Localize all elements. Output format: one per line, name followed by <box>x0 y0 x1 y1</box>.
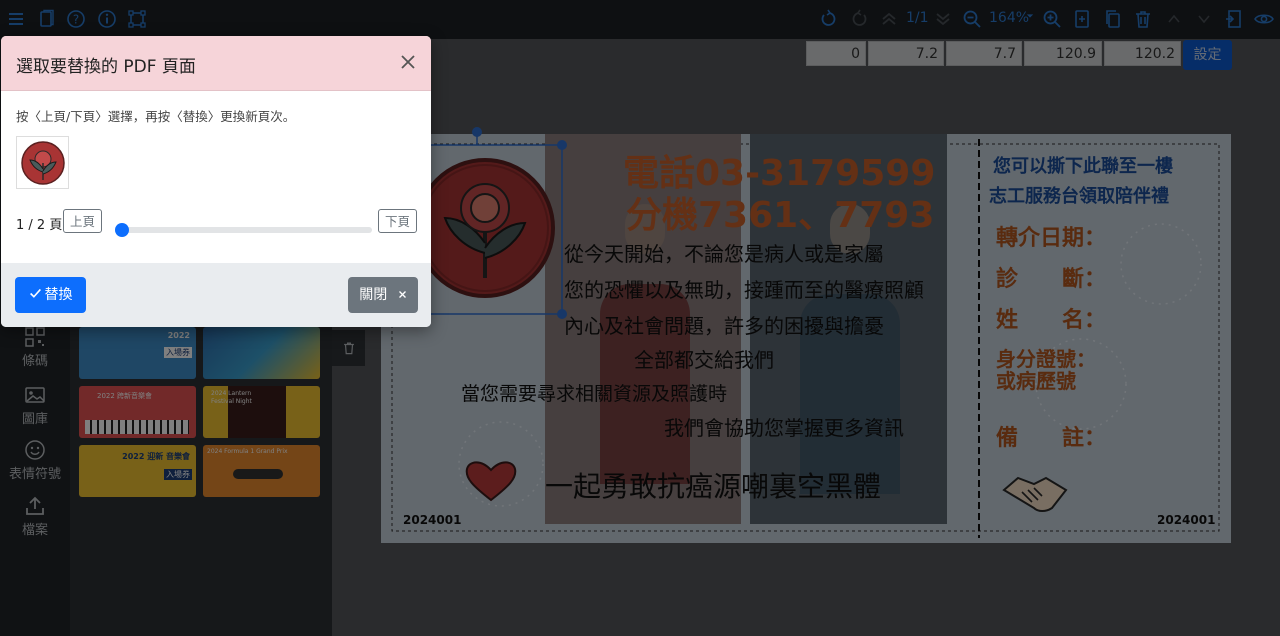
close-label: 關閉 <box>359 287 388 303</box>
peony-logo <box>20 140 65 185</box>
x-icon <box>398 291 406 298</box>
next-page-button[interactable]: 下頁 <box>378 209 417 233</box>
replace-button[interactable]: 替換 <box>15 277 86 313</box>
close-button[interactable]: 關閉 <box>348 277 418 313</box>
replace-label: 替換 <box>44 287 73 303</box>
page-count: 1 / 2 頁 <box>16 218 63 233</box>
prev-page-button[interactable]: 上頁 <box>63 209 102 233</box>
page-slider-track[interactable] <box>117 227 372 233</box>
replace-page-dialog: 選取要替換的 PDF 頁面 按〈上頁/下頁〉選擇，再按〈替換〉更換新頁次。 1 … <box>1 36 431 327</box>
close-icon[interactable] <box>398 52 420 74</box>
dialog-title: 選取要替換的 PDF 頁面 <box>16 57 196 77</box>
pdf-page-thumbnail[interactable] <box>16 136 69 189</box>
check-icon <box>29 288 41 298</box>
page-slider-handle[interactable] <box>115 223 129 237</box>
dialog-header: 選取要替換的 PDF 頁面 <box>1 36 431 91</box>
dialog-description: 按〈上頁/下頁〉選擇，再按〈替換〉更換新頁次。 <box>16 109 296 124</box>
